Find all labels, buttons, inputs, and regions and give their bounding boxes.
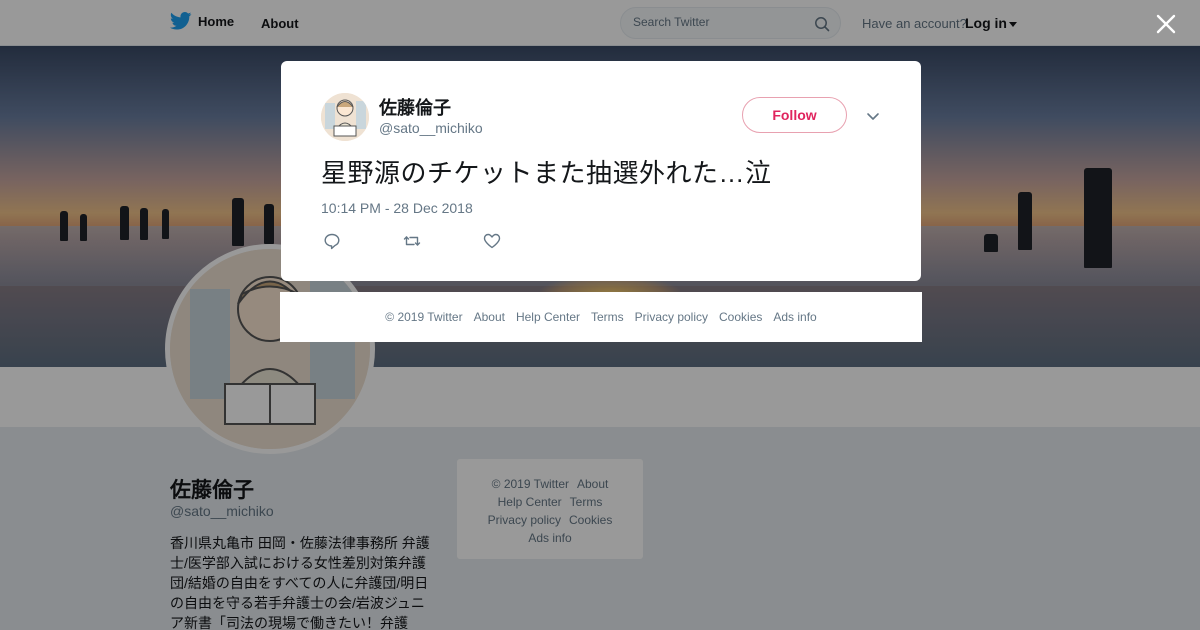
modal-footer-cookies-link[interactable]: Cookies xyxy=(719,310,762,324)
tweet-text: 星野源のチケットまた抽選外れた…泣 xyxy=(321,158,772,188)
tweet-timestamp[interactable]: 10:14 PM - 28 Dec 2018 xyxy=(321,200,473,216)
modal-footer-about-link[interactable]: About xyxy=(474,310,505,324)
chevron-down-icon[interactable] xyxy=(865,108,881,124)
modal-footer-help-link[interactable]: Help Center xyxy=(516,310,580,324)
tweet-author-name[interactable]: 佐藤倫子 xyxy=(379,94,451,120)
like-icon[interactable] xyxy=(483,232,501,250)
avatar-illustration xyxy=(321,93,369,141)
modal-footer-copyright: © 2019 Twitter xyxy=(385,310,463,324)
reply-icon[interactable] xyxy=(323,232,341,250)
tweet-author-avatar[interactable] xyxy=(321,93,369,141)
modal-footer-ads-link[interactable]: Ads info xyxy=(773,310,816,324)
tweet-modal: 佐藤倫子 @sato__michiko Follow 星野源のチケットまた抽選外… xyxy=(281,61,921,281)
modal-footer-terms-link[interactable]: Terms xyxy=(591,310,624,324)
modal-footer-privacy-link[interactable]: Privacy policy xyxy=(635,310,708,324)
tweet-author-handle[interactable]: @sato__michiko xyxy=(379,120,483,136)
modal-footer: © 2019 Twitter About Help Center Terms P… xyxy=(280,292,922,342)
follow-button[interactable]: Follow xyxy=(742,97,847,133)
close-icon[interactable] xyxy=(1154,12,1178,36)
retweet-icon[interactable] xyxy=(403,232,421,250)
